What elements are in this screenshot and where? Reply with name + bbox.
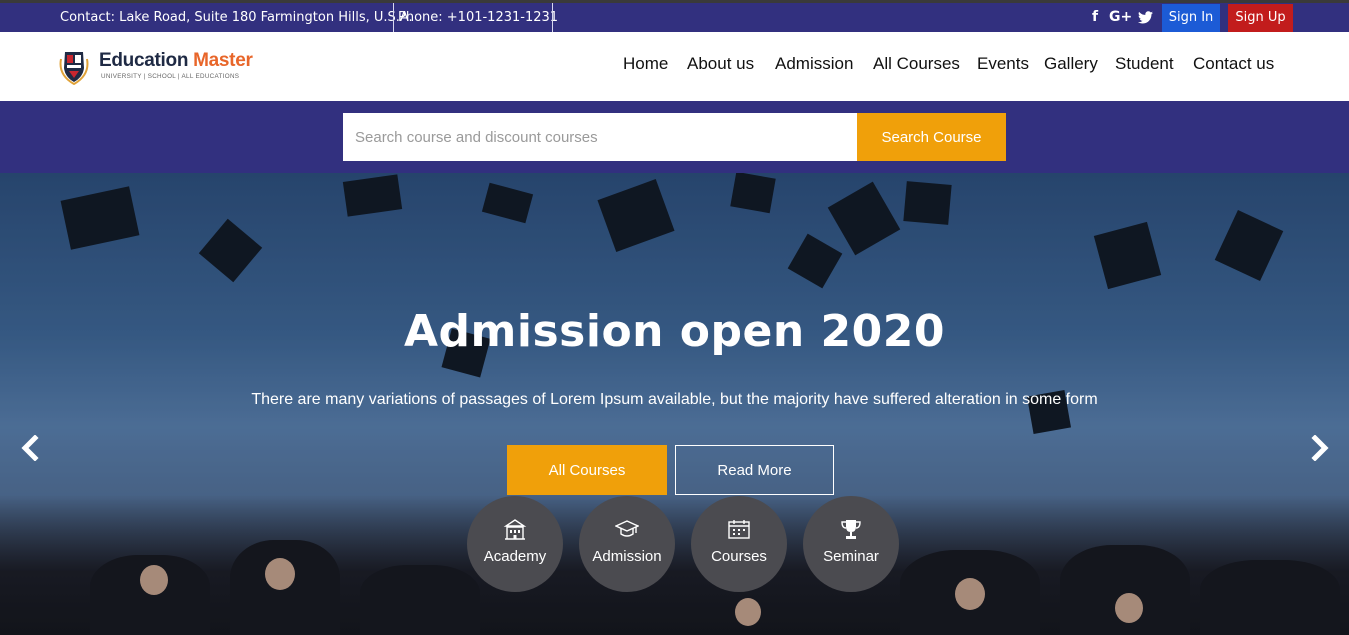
chevron-left-icon[interactable] — [17, 434, 43, 465]
all-courses-button[interactable]: All Courses — [507, 445, 667, 495]
trophy-icon — [841, 520, 861, 539]
nav-events[interactable]: Events — [977, 52, 1029, 76]
quick-link-label: Academy — [483, 548, 547, 565]
building-icon — [503, 519, 527, 540]
contact-address: Contact: Lake Road, Suite 180 Farmington… — [60, 10, 413, 25]
brand-tagline: UNIVERSITY | SCHOOL | ALL EDUCATIONS — [101, 73, 240, 80]
topbar-divider — [552, 3, 553, 32]
hero-slider: Admission open 2020 There are many varia… — [0, 173, 1349, 635]
contact-phone: Phone: +101-1231-1231 — [398, 10, 559, 25]
quick-link-admission[interactable]: Admission — [579, 496, 675, 592]
quick-link-label: Courses — [711, 548, 767, 565]
nav-student[interactable]: Student — [1115, 52, 1174, 76]
nav-contact-us[interactable]: Contact us — [1193, 52, 1274, 76]
brand-name[interactable]: Education Master — [99, 50, 253, 72]
topbar-divider — [393, 3, 394, 32]
logo-shield-icon[interactable] — [57, 49, 91, 86]
google-plus-icon[interactable]: G+ — [1109, 3, 1132, 32]
sign-in-button[interactable]: Sign In — [1162, 4, 1220, 32]
quick-link-label: Admission — [592, 548, 662, 565]
nav-gallery[interactable]: Gallery — [1044, 52, 1098, 76]
chevron-right-icon[interactable] — [1307, 434, 1333, 465]
search-course-button[interactable]: Search Course — [857, 113, 1006, 161]
calendar-icon — [728, 520, 750, 539]
quick-link-seminar[interactable]: Seminar — [803, 496, 899, 592]
nav-all-courses[interactable]: All Courses — [873, 52, 960, 76]
site-header: Education Master UNIVERSITY | SCHOOL | A… — [0, 32, 1349, 101]
top-contact-bar: Contact: Lake Road, Suite 180 Farmington… — [0, 3, 1349, 32]
graduation-cap-icon — [615, 520, 639, 537]
brand-name-part1: Education — [99, 50, 189, 71]
sign-up-button[interactable]: Sign Up — [1228, 4, 1293, 32]
brand-name-part2: Master — [193, 50, 253, 71]
quick-link-label: Seminar — [823, 548, 879, 565]
hero-title: Admission open 2020 — [404, 306, 945, 357]
nav-about-us[interactable]: About us — [687, 52, 754, 76]
quick-link-courses[interactable]: Courses — [691, 496, 787, 592]
read-more-button[interactable]: Read More — [675, 445, 834, 495]
twitter-icon[interactable] — [1138, 3, 1154, 32]
quick-link-academy[interactable]: Academy — [467, 496, 563, 592]
search-band: Search Course — [0, 101, 1349, 173]
nav-home[interactable]: Home — [623, 52, 668, 76]
nav-admission[interactable]: Admission — [775, 52, 853, 76]
facebook-icon[interactable]: f — [1092, 3, 1098, 32]
course-search-input[interactable] — [343, 113, 857, 161]
hero-subtitle: There are many variations of passages of… — [251, 391, 1098, 408]
